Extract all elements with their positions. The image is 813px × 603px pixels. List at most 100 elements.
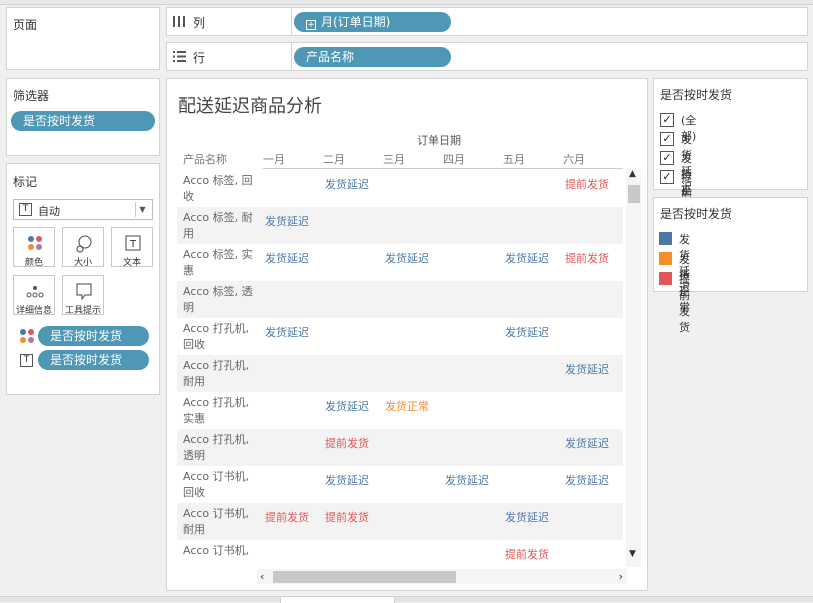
status-cell[interactable]: 发货延迟 — [385, 250, 429, 266]
product-name: Acco 标签, 透明 — [183, 285, 253, 314]
status-cell[interactable]: 提前发货 — [325, 509, 369, 525]
status-cell[interactable]: 发货延迟 — [565, 472, 609, 488]
status-cell[interactable]: 发货延迟 — [325, 398, 369, 414]
product-name: Acco 标签, 实惠 — [183, 248, 253, 277]
vertical-scroll-thumb[interactable] — [628, 185, 640, 203]
filters-title: 筛选器 — [13, 89, 50, 103]
table-row: Acco 标签, 耐用 发货延迟 — [177, 207, 623, 244]
month-header: 六月 — [563, 153, 585, 166]
text-encoding-pill[interactable]: 是否按时发货 — [38, 350, 149, 370]
month-header: 四月 — [443, 153, 465, 166]
detail-icon — [26, 286, 44, 298]
product-name: Acco 标签, 耐用 — [183, 211, 253, 240]
product-name: Acco 打孔机, 耐用 — [183, 359, 250, 388]
table-row: Acco 订书机, 回收 发货延迟 发货延迟 发货延迟 — [177, 466, 623, 503]
filters-panel: 筛选器 是否按时发货 — [6, 78, 160, 156]
status-cell[interactable]: 发货延迟 — [445, 472, 489, 488]
color-button[interactable]: 颜色 — [13, 227, 55, 268]
horizontal-scroll-thumb[interactable] — [273, 571, 456, 583]
checkbox-checked-icon: ✓ — [660, 113, 674, 127]
table-row: Acco 打孔机, 透明 提前发货 发货延迟 — [177, 429, 623, 466]
month-header: 一月 — [263, 153, 285, 166]
rows-shelf-header: 行 — [167, 43, 292, 70]
status-cell[interactable]: 发货延迟 — [265, 250, 309, 266]
detail-button-label: 详细信息 — [15, 306, 52, 316]
scroll-left-icon[interactable]: ‹ — [260, 570, 264, 583]
checkbox-checked-icon: ✓ — [660, 151, 674, 165]
product-name: Acco 打孔机, 回收 — [183, 322, 250, 351]
scroll-down-icon[interactable]: ▼ — [629, 549, 636, 559]
pages-panel: 页面 — [6, 7, 160, 70]
status-cell[interactable]: 发货延迟 — [325, 176, 369, 192]
product-name: Acco 打孔机, 实惠 — [183, 396, 250, 425]
top-strip — [0, 0, 813, 5]
status-cell[interactable]: 发货延迟 — [265, 213, 309, 229]
size-icon — [76, 235, 92, 253]
product-name: Acco 订书机, 实惠 — [183, 544, 250, 557]
columns-pill[interactable]: + 月(订单日期) — [294, 12, 451, 32]
table-body: Acco 标签, 回收 发货延迟 提前发货 Acco 标签, 耐用 发货延迟 Acco 标… — [167, 170, 627, 560]
chevron-down-icon: ▼ — [135, 202, 149, 217]
pages-title: 页面 — [13, 18, 38, 32]
size-button[interactable]: 大小 — [62, 227, 104, 268]
status-cell[interactable]: 发货延迟 — [325, 472, 369, 488]
legend-swatch — [659, 232, 672, 245]
month-header: 三月 — [383, 153, 405, 166]
color-encoding-pill[interactable]: 是否按时发货 — [38, 326, 149, 346]
scroll-up-icon[interactable]: ▲ — [629, 169, 636, 179]
plus-box-icon: + — [306, 20, 316, 30]
vertical-scrollbar[interactable]: ▲ ▼ — [626, 169, 641, 567]
status-cell[interactable]: 提前发货 — [565, 250, 609, 266]
column-header-title: 订单日期 — [417, 134, 461, 147]
rows-label: 行 — [193, 51, 206, 65]
filter-card-title: 是否按时发货 — [660, 88, 733, 102]
legend-swatch — [659, 272, 672, 285]
table-row: Acco 标签, 实惠 发货延迟 发货延迟 发货延迟 提前发货 — [177, 244, 623, 281]
legend-card-title: 是否按时发货 — [660, 207, 733, 221]
columns-icon — [173, 16, 185, 27]
status-cell[interactable]: 提前发货 — [265, 509, 309, 525]
columns-pill-label: 月(订单日期) — [321, 15, 391, 29]
table-row: Acco 标签, 回收 发货延迟 提前发货 — [177, 170, 623, 207]
checkbox-checked-icon: ✓ — [660, 132, 674, 146]
horizontal-scrollbar[interactable]: ‹ › — [257, 569, 627, 584]
columns-shelf: 列 + 月(订单日期) — [166, 7, 808, 36]
view-title: 配送延迟商品分析 — [178, 96, 322, 117]
filter-pill[interactable]: 是否按时发货 — [11, 111, 155, 131]
status-cell[interactable]: 提前发货 — [325, 435, 369, 451]
table-row: Acco 标签, 透明 — [177, 281, 623, 318]
status-cell[interactable]: 发货延迟 — [565, 435, 609, 451]
text-button[interactable]: T 文本 — [111, 227, 153, 268]
status-cell[interactable]: 发货延迟 — [265, 324, 309, 340]
svg-text:T: T — [129, 239, 137, 250]
color-icon — [28, 236, 42, 250]
product-name: Acco 订书机, 回收 — [183, 470, 250, 499]
rows-icon — [173, 51, 186, 62]
active-sheet-tab[interactable] — [280, 597, 395, 603]
marks-panel: 标记 T 自动 ▼ 颜色 大小 T 文本 详细信息 工具提示 是否按时发货 T … — [6, 163, 160, 395]
status-cell[interactable]: 提前发货 — [565, 176, 609, 192]
tooltip-button-label: 工具提示 — [64, 306, 101, 316]
table-row: Acco 打孔机, 实惠 发货延迟 发货正常 — [177, 392, 623, 429]
filter-card: 是否按时发货 ✓(全部) ✓发货延迟 ✓发货正常 ✓提前发货 — [653, 78, 808, 232]
table-row: Acco 订书机, 耐用 提前发货 提前发货 发货延迟 — [177, 503, 623, 540]
tooltip-button[interactable]: 工具提示 — [62, 275, 104, 316]
status-cell[interactable]: 发货延迟 — [505, 509, 549, 525]
row-header-title: 产品名称 — [183, 153, 227, 166]
status-cell[interactable]: 发货正常 — [385, 398, 429, 414]
status-cell[interactable]: 发货延迟 — [505, 250, 549, 266]
mark-type-dropdown[interactable]: T 自动 ▼ — [13, 199, 153, 220]
text-icon: T — [20, 354, 33, 367]
detail-button[interactable]: 详细信息 — [13, 275, 55, 316]
status-cell[interactable]: 发货延迟 — [565, 361, 609, 377]
status-cell[interactable]: 提前发货 — [505, 546, 549, 560]
scroll-right-icon[interactable]: › — [619, 570, 623, 583]
tooltip-icon — [76, 283, 92, 301]
table-row: Acco 打孔机, 回收 发货延迟 发货延迟 — [177, 318, 623, 355]
mark-type-label: 自动 — [38, 205, 60, 218]
columns-label: 列 — [193, 16, 206, 30]
status-cell[interactable]: 发货延迟 — [505, 324, 549, 340]
product-name: Acco 订书机, 耐用 — [183, 507, 250, 536]
rows-pill[interactable]: 产品名称 — [294, 47, 451, 67]
product-name: Acco 标签, 回收 — [183, 174, 253, 203]
